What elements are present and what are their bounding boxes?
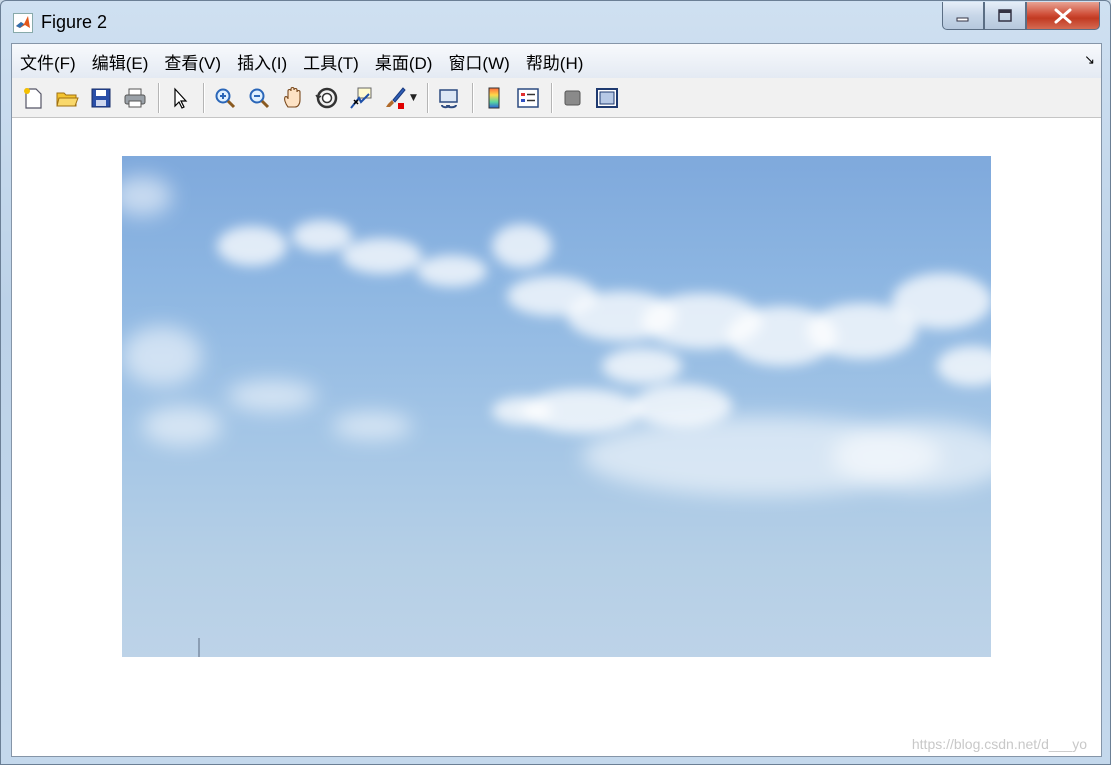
toolbar-separator — [550, 82, 552, 113]
toolbar-separator — [158, 82, 159, 113]
menu-edit[interactable]: 编辑(E) — [92, 49, 158, 74]
close-button[interactable] — [1026, 2, 1100, 30]
edit-plot-arrow-icon — [174, 86, 188, 109]
hide-plot-tools-button[interactable] — [558, 83, 588, 113]
figure-toolbar: ▼ — [12, 78, 1101, 118]
data-cursor-icon — [350, 87, 372, 109]
toolbar-separator — [426, 82, 428, 113]
matlab-logo-icon — [13, 13, 33, 33]
title-bar[interactable]: Figure 2 — [1, 1, 1110, 43]
open-file-button[interactable] — [52, 83, 82, 113]
brush-dropdown-icon[interactable]: ▼ — [410, 93, 417, 103]
menu-help[interactable]: 帮助(H) — [526, 49, 593, 74]
zoom-out-icon — [249, 88, 270, 108]
save-icon — [91, 88, 111, 107]
show-plot-tools-icon — [595, 87, 618, 108]
figure-client-area: 文件(F) 编辑(E) 查看(V) 插入(I) 工具(T) 桌面(D) 窗口(W… — [11, 43, 1102, 757]
window-controls — [942, 2, 1100, 30]
dock-arrow-icon[interactable]: ↘ — [1084, 53, 1095, 68]
pan-hand-icon — [284, 86, 301, 108]
toolbar-separator — [471, 82, 473, 113]
rotate-3d-button[interactable] — [312, 83, 342, 113]
minimize-icon — [956, 17, 969, 21]
displayed-image[interactable] — [122, 156, 991, 657]
brush-button[interactable] — [380, 83, 410, 113]
zoom-in-button[interactable] — [210, 83, 240, 113]
close-icon — [1054, 8, 1072, 23]
maximize-icon — [998, 8, 1012, 22]
new-figure-icon — [24, 87, 42, 109]
menu-window[interactable]: 窗口(W) — [448, 49, 518, 74]
menu-tools[interactable]: 工具(T) — [303, 49, 368, 74]
hide-plot-tools-icon — [564, 90, 581, 105]
brush-icon — [386, 86, 406, 109]
insert-colorbar-button[interactable] — [479, 83, 509, 113]
menu-file[interactable]: 文件(F) — [20, 49, 85, 74]
print-icon — [124, 88, 146, 107]
save-button[interactable] — [86, 83, 116, 113]
menu-view[interactable]: 查看(V) — [164, 49, 230, 74]
zoom-in-icon — [215, 88, 236, 108]
rotate-3d-icon — [315, 87, 338, 108]
data-cursor-button[interactable] — [346, 83, 376, 113]
colorbar-icon — [488, 87, 500, 108]
menu-insert[interactable]: 插入(I) — [237, 49, 296, 74]
figure-canvas[interactable]: https://blog.csdn.net/d___yo — [12, 119, 1101, 756]
pan-button[interactable] — [278, 83, 308, 113]
print-button[interactable] — [120, 83, 150, 113]
link-plot-button[interactable] — [434, 83, 464, 113]
sky-clouds-image — [122, 176, 991, 657]
link-plot-icon — [439, 88, 458, 108]
zoom-out-button[interactable] — [244, 83, 274, 113]
toolbar-separator — [203, 82, 204, 113]
menu-desktop[interactable]: 桌面(D) — [375, 49, 442, 74]
window-title: Figure 2 — [41, 12, 108, 32]
minimize-button[interactable] — [942, 2, 984, 30]
insert-legend-button[interactable] — [513, 83, 543, 113]
watermark-text: https://blog.csdn.net/d___yo — [911, 736, 1087, 752]
maximize-button[interactable] — [984, 2, 1026, 30]
legend-icon — [517, 87, 539, 108]
new-figure-button[interactable] — [18, 83, 48, 113]
show-plot-tools-button[interactable] — [592, 83, 622, 113]
open-file-icon — [56, 92, 79, 106]
figure-window: Figure 2 文件(F) 编辑(E) 查看(V) 插入(I) 工具(T) 桌… — [0, 0, 1111, 765]
edit-plot-button[interactable] — [165, 83, 195, 113]
menu-bar: 文件(F) 编辑(E) 查看(V) 插入(I) 工具(T) 桌面(D) 窗口(W… — [12, 44, 1101, 78]
